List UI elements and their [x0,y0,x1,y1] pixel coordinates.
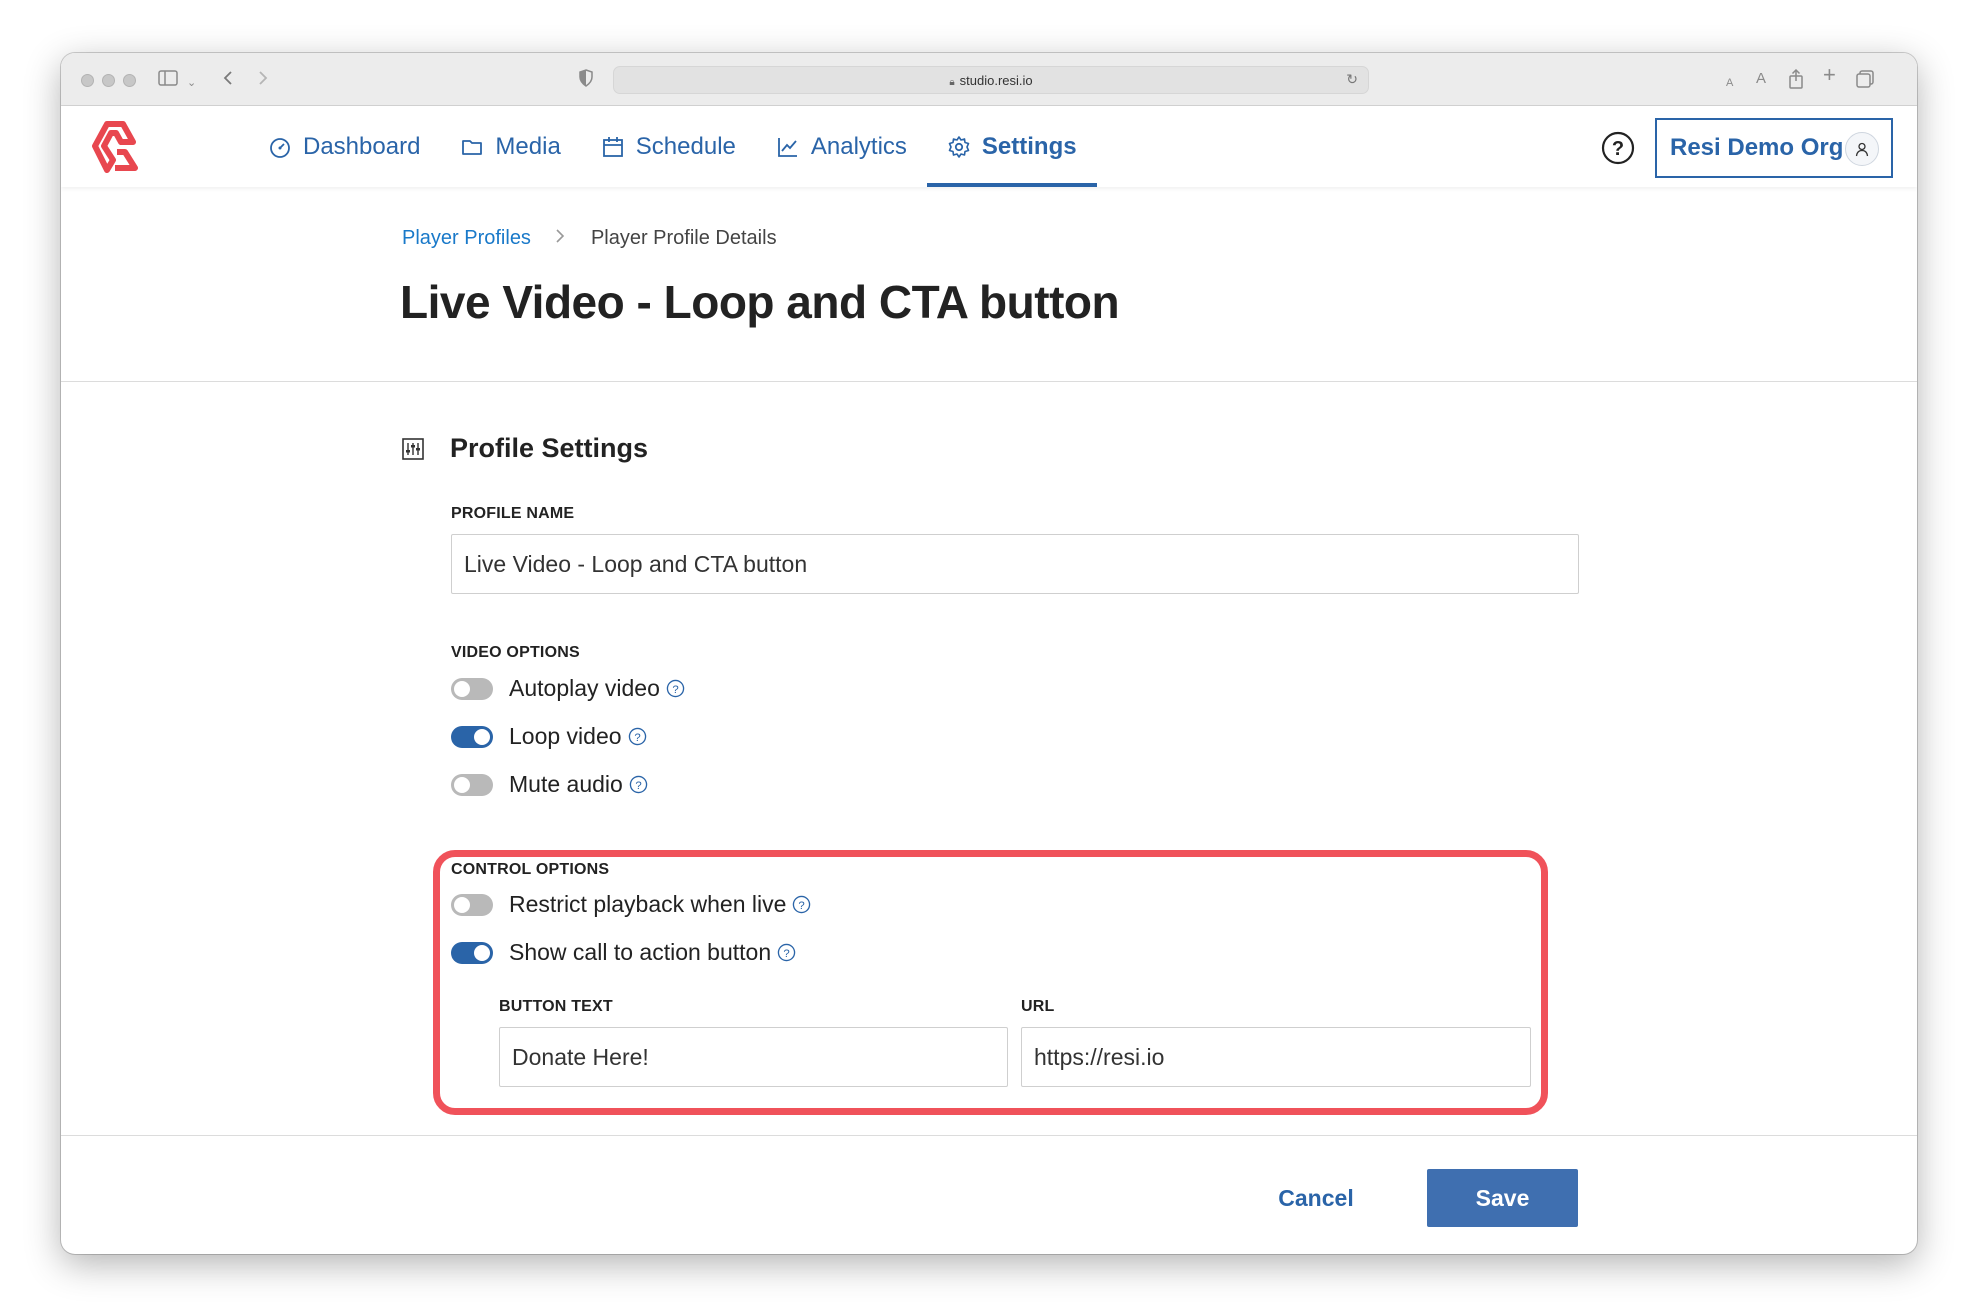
toggle-row-mute: Mute audio ? [451,771,648,798]
breadcrumb-link-player-profiles[interactable]: Player Profiles [402,227,531,250]
org-name: Resi Demo Org [1670,134,1844,161]
nav-item-settings[interactable]: Settings [926,106,1097,187]
chevron-down-icon[interactable]: ⌄ [187,73,196,93]
sliders-icon [402,437,424,460]
resi-logo-icon[interactable] [85,118,143,174]
new-tab-icon[interactable]: + [1823,64,1836,86]
privacy-shield-icon[interactable] [578,69,594,92]
toggle-label: Mute audio [509,771,623,797]
save-button[interactable]: Save [1427,1169,1578,1227]
back-icon[interactable] [221,69,235,92]
nav-item-media[interactable]: Media [440,106,580,187]
toggle-label: Restrict playback when live [509,891,787,917]
divider [61,1135,1917,1136]
text-larger-icon[interactable]: A [1756,69,1766,89]
toggle-row-loop: Loop video ? [451,723,647,750]
toggle-row-cta-button: Show call to action button ? [451,939,796,966]
svg-text:?: ? [634,732,640,744]
chevron-right-icon [555,227,565,250]
breadcrumb: Player Profiles Player Profile Details [402,227,777,250]
cta-button-toggle[interactable] [451,941,493,964]
zoom-window-button[interactable] [123,74,136,87]
profile-name-input[interactable] [451,534,1579,594]
calendar-icon [602,136,623,157]
nav-item-label: Dashboard [303,132,421,160]
text-smaller-icon[interactable]: A [1726,73,1733,93]
nav-item-analytics[interactable]: Analytics [756,106,927,187]
app-header: Dashboard Media Schedule Analytics Setti… [61,106,1917,187]
forward-icon[interactable] [256,69,270,92]
toggle-row-restrict-playback: Restrict playback when live ? [451,891,811,918]
share-icon[interactable] [1788,68,1804,94]
nav-item-label: Schedule [635,132,736,160]
address-text: studio.resi.io [959,73,1033,88]
help-icon[interactable]: ? [1601,131,1635,165]
breadcrumb-current: Player Profile Details [590,227,777,249]
svg-text:?: ? [799,900,805,912]
line-chart-icon [777,137,797,157]
tab-overview-icon[interactable] [1855,69,1875,94]
toggle-label: Autoplay video [509,675,660,701]
toggle-row-autoplay: Autoplay video ? [451,675,685,702]
nav-item-label: Settings [981,132,1077,160]
nav-item-label: Media [495,132,561,160]
loop-toggle[interactable] [451,725,493,748]
svg-text:?: ? [783,948,789,960]
gauge-icon [270,137,290,158]
user-icon [1855,142,1869,157]
section-title-profile-settings: Profile Settings [402,433,648,464]
nav-item-schedule[interactable]: Schedule [581,106,756,187]
cancel-button[interactable]: Cancel [1251,1169,1381,1227]
nav-item-label: Analytics [810,132,907,160]
sidebar-toggle-icon[interactable] [158,69,180,92]
toggle-label: Loop video [509,723,622,749]
page-title: Live Video - Loop and CTA button [400,276,1120,328]
svg-text:?: ? [672,684,678,696]
window-controls [81,74,136,87]
folder-icon [462,139,483,155]
gear-icon [948,135,970,158]
toggle-label: Show call to action button [509,939,772,965]
avatar [1845,132,1879,166]
control-options-label: CONTROL OPTIONS [451,861,610,878]
svg-text:?: ? [1612,138,1624,160]
address-bar[interactable]: 🔒︎ studio.resi.io ↻ [613,66,1369,94]
url-input[interactable] [1021,1027,1531,1087]
minimize-window-button[interactable] [102,74,115,87]
reload-icon[interactable]: ↻ [1346,71,1358,88]
divider [61,381,1917,382]
browser-toolbar: ⌄ 🔒︎ studio.resi.io ↻ A A + [61,53,1917,106]
help-circle-icon[interactable]: ? [666,679,685,698]
main-nav: Dashboard Media Schedule Analytics Setti… [248,106,1097,187]
profile-name-label: PROFILE NAME [451,505,575,522]
browser-window: ⌄ 🔒︎ studio.resi.io ↻ A A + Dashboard Me… [61,53,1917,1254]
close-window-button[interactable] [81,74,94,87]
help-circle-icon[interactable]: ? [792,895,811,914]
section-title-text: Profile Settings [450,433,649,463]
help-circle-icon[interactable]: ? [628,727,647,746]
help-circle-icon[interactable]: ? [629,775,648,794]
button-text-label: BUTTON TEXT [499,998,613,1015]
button-text-input[interactable] [499,1027,1008,1087]
nav-item-dashboard[interactable]: Dashboard [248,106,440,187]
org-switcher-button[interactable]: Resi Demo Org [1655,118,1893,178]
video-options-label: VIDEO OPTIONS [451,644,580,661]
restrict-playback-toggle[interactable] [451,893,493,916]
autoplay-toggle[interactable] [451,677,493,700]
help-circle-icon[interactable]: ? [777,943,796,962]
svg-text:?: ? [635,780,641,792]
lock-icon: 🔒︎ [949,77,955,88]
url-label: URL [1021,998,1055,1015]
mute-toggle[interactable] [451,773,493,796]
